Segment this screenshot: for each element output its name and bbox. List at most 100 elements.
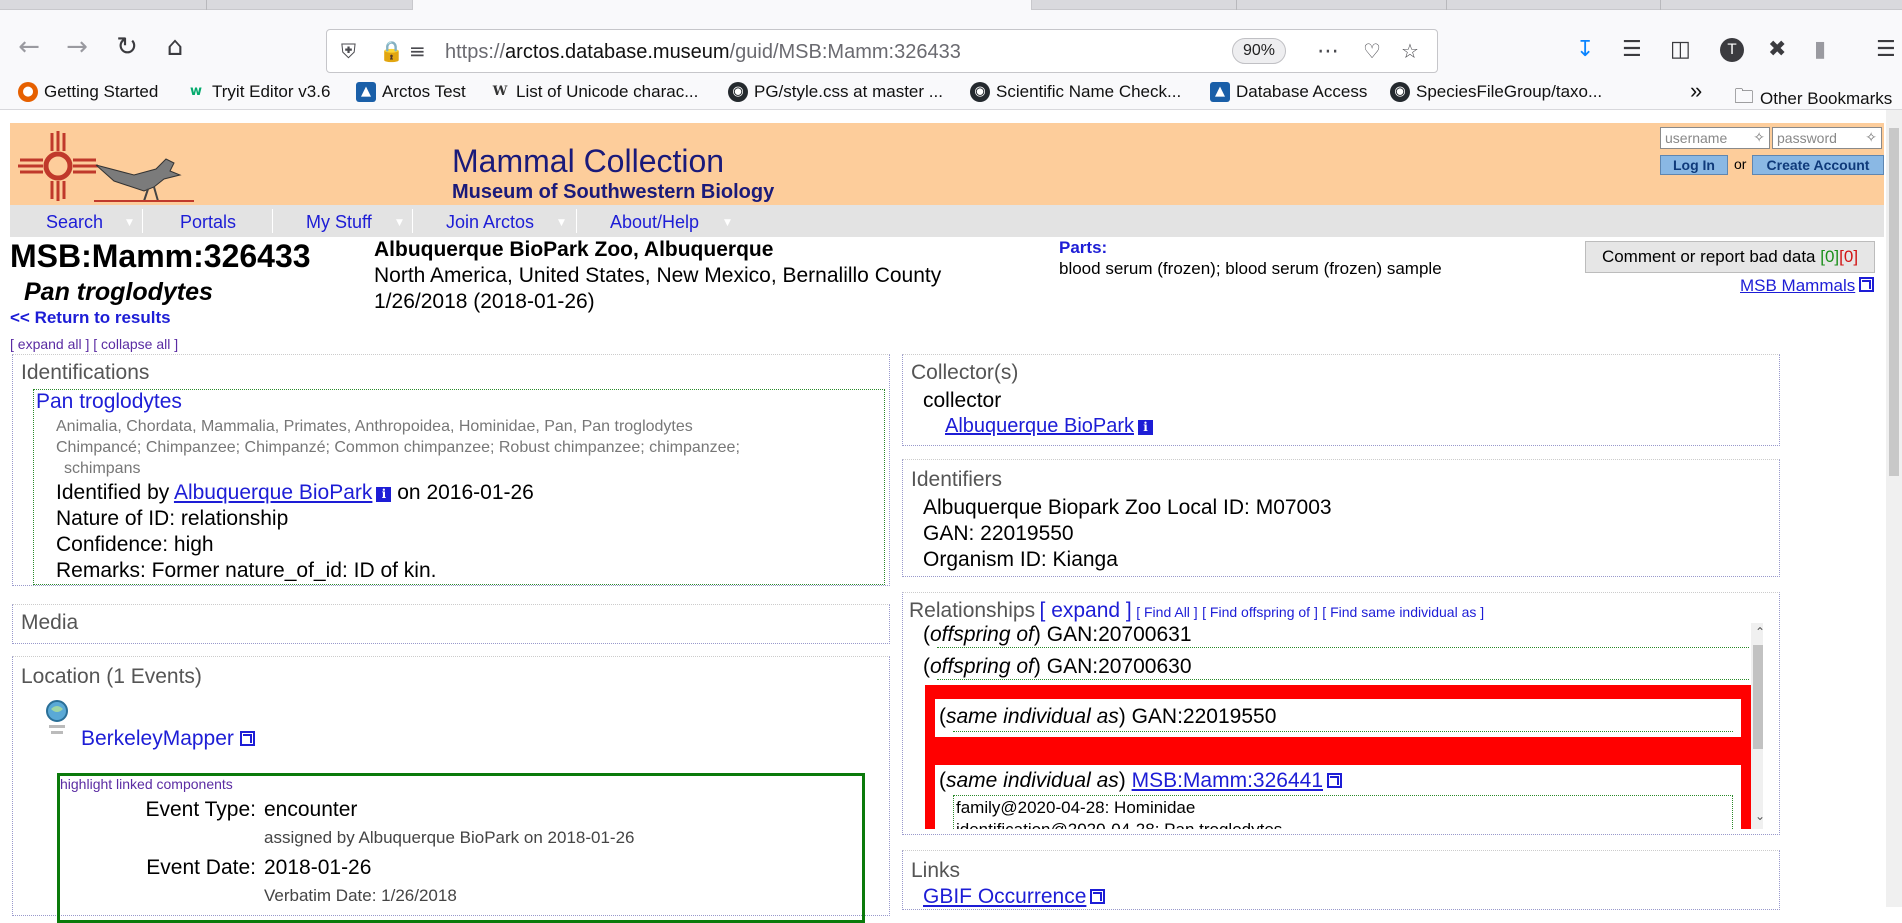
back-icon[interactable]: ← bbox=[12, 30, 46, 64]
bookmark-item[interactable]: ◉ PG/style.css at master ... bbox=[728, 82, 943, 102]
password-input[interactable]: password ✧ bbox=[1772, 127, 1882, 149]
find-offspring-link[interactable]: [ Find offspring of ] bbox=[1202, 604, 1318, 620]
identifier-item: Organism ID: Kianga bbox=[923, 548, 1118, 571]
gbif-link[interactable]: GBIF Occurrence bbox=[923, 885, 1106, 909]
related-details: family@2020-04-28: Hominidae identificat… bbox=[953, 795, 1733, 829]
collapse-all-link[interactable]: [ collapse all ] bbox=[93, 336, 178, 352]
relationships-scrollbar-thumb[interactable] bbox=[1753, 645, 1763, 749]
menu-portals[interactable]: Portals bbox=[180, 212, 236, 233]
lock-icon[interactable]: 🔒 bbox=[379, 39, 404, 63]
relationships-header-row: Relationships [ expand ] [ Find All ] [ … bbox=[909, 599, 1484, 623]
menu-divider bbox=[576, 209, 577, 233]
download-icon[interactable]: ↧ bbox=[1576, 37, 1594, 62]
bookmarks-overflow-button[interactable]: » bbox=[1690, 78, 1702, 104]
reader-icon[interactable]: ▮ bbox=[1814, 37, 1826, 62]
page-actions-icon[interactable]: ⋯ bbox=[1317, 39, 1339, 64]
collector-role: collector bbox=[923, 389, 1002, 412]
relationships-scroll-area[interactable]: (offspring of) GAN:20700631 (offspring o… bbox=[911, 623, 1763, 829]
shield-icon[interactable]: ⛨ bbox=[341, 39, 356, 63]
berkeleymapper-globe-icon[interactable] bbox=[45, 699, 69, 739]
relationship-value: GAN:20700631 bbox=[1046, 623, 1192, 646]
collector-link[interactable]: Albuquerque BioPark bbox=[945, 415, 1134, 437]
chevron-down-icon[interactable]: ⌄ bbox=[1755, 809, 1763, 823]
page-scrollbar-thumb[interactable] bbox=[1889, 128, 1899, 476]
nature-of-id: Nature of ID: relationship bbox=[56, 507, 289, 530]
pocket-icon[interactable]: ♡ bbox=[1363, 39, 1381, 63]
comment-report-button[interactable]: Comment or report bad data [0][0] bbox=[1585, 241, 1875, 273]
menu-search[interactable]: Search bbox=[46, 212, 103, 233]
divider bbox=[953, 731, 1733, 732]
zia-sun-logo bbox=[18, 131, 98, 201]
bookmark-label: PG/style.css at master ... bbox=[754, 82, 943, 101]
extension-puzzle-icon[interactable]: ✖ bbox=[1768, 37, 1786, 62]
collectors-panel: Collector(s) collector Albuquerque BioPa… bbox=[902, 354, 1780, 446]
divider bbox=[937, 647, 1749, 648]
gbif-link-label: GBIF Occurrence bbox=[923, 885, 1087, 908]
find-same-individual-link[interactable]: [ Find same individual as ] bbox=[1322, 604, 1484, 620]
info-icon[interactable]: i bbox=[376, 487, 392, 502]
bookmark-star-icon[interactable]: ☆ bbox=[1401, 39, 1419, 63]
highlight-linked-link[interactable]: highlight linked components bbox=[60, 776, 233, 792]
collection-link[interactable]: MSB Mammals bbox=[1740, 276, 1875, 296]
external-link-icon[interactable] bbox=[1327, 773, 1343, 788]
identification-box: Pan troglodytes Animalia, Chordata, Mamm… bbox=[33, 389, 885, 585]
zoom-indicator[interactable]: 90% bbox=[1232, 38, 1286, 64]
record-guid: MSB:Mamm:326433 bbox=[10, 238, 311, 274]
chevron-up-icon[interactable]: ⌃ bbox=[1755, 625, 1763, 639]
event-date-value: 2018-01-26 bbox=[264, 856, 372, 879]
bookmark-item[interactable]: w Tryit Editor v3.6 bbox=[186, 82, 330, 102]
bookmark-item[interactable]: W List of Unicode charac... bbox=[490, 82, 699, 102]
username-input[interactable]: username ✧ bbox=[1660, 127, 1770, 149]
home-icon[interactable]: ⌂ bbox=[158, 30, 192, 64]
bookmark-item[interactable]: ● Getting Started bbox=[18, 82, 158, 102]
library-icon[interactable]: ☰ bbox=[1622, 37, 1642, 62]
url-bar[interactable]: ⛨ 🔒 ≡ https://arctos.database.museum/gui… bbox=[326, 29, 1438, 73]
same-individual-highlight: (same individual as) GAN:22019550 (same … bbox=[925, 685, 1751, 829]
return-to-results-link[interactable]: << Return to results bbox=[10, 308, 171, 328]
chevron-down-icon: ▼ bbox=[724, 218, 731, 228]
chevron-down-icon: ▼ bbox=[396, 218, 403, 228]
info-icon[interactable]: i bbox=[1138, 420, 1154, 435]
berkeleymapper-link[interactable]: BerkeleyMapper bbox=[81, 727, 255, 751]
parts-label: Parts: bbox=[1059, 238, 1108, 257]
menu-about-help[interactable]: About/Help bbox=[610, 212, 699, 233]
url-text[interactable]: https://arctos.database.museum/guid/MSB:… bbox=[445, 41, 961, 64]
key-icon: ✧ bbox=[1865, 130, 1877, 146]
collection-title: Mammal Collection bbox=[452, 143, 725, 179]
menu-icon[interactable]: ☰ bbox=[1876, 37, 1896, 62]
firefox-icon: ● bbox=[18, 82, 38, 102]
record-locality: Albuquerque BioPark Zoo, Albuquerque bbox=[374, 238, 774, 261]
tab-separator bbox=[206, 0, 207, 10]
permissions-icon[interactable]: ≡ bbox=[409, 39, 426, 63]
collectors-heading: Collector(s) bbox=[911, 361, 1019, 384]
same-individual-box: (same individual as) GAN:22019550 bbox=[935, 699, 1741, 737]
roadrunner-logo bbox=[94, 158, 194, 202]
menu-my-stuff[interactable]: My Stuff bbox=[306, 212, 372, 233]
menu-join-arctos[interactable]: Join Arctos bbox=[446, 212, 534, 233]
create-account-button[interactable]: Create Account bbox=[1752, 155, 1884, 175]
same-individual-box: (same individual as) MSB:Mamm:326441 fam… bbox=[935, 765, 1741, 829]
bookmark-item[interactable]: ▲ Arctos Test bbox=[356, 82, 466, 102]
bookmark-item[interactable]: ◉ Scientific Name Check... bbox=[970, 82, 1181, 102]
identification-name-link[interactable]: Pan troglodytes bbox=[36, 390, 182, 414]
other-bookmarks[interactable]: 🗀 Other Bookmarks bbox=[1734, 82, 1892, 116]
reload-icon[interactable]: ↻ bbox=[110, 30, 144, 64]
expand-link[interactable]: [ expand ] bbox=[1040, 599, 1132, 622]
identifications-panel: Identifications Pan troglodytes Animalia… bbox=[12, 354, 890, 586]
sidebar-icon[interactable]: ◫ bbox=[1670, 37, 1691, 62]
login-button[interactable]: Log In bbox=[1660, 155, 1728, 175]
find-all-link[interactable]: [ Find All ] bbox=[1136, 604, 1197, 620]
relationship-item: (offspring of) GAN:20700631 bbox=[923, 623, 1192, 646]
bookmark-item[interactable]: ◉ SpeciesFileGroup/taxo... bbox=[1390, 82, 1602, 102]
relationship-type: offspring of bbox=[930, 655, 1034, 678]
main-menu: Search ▼ Portals My Stuff ▼ Join Arctos … bbox=[10, 205, 1884, 237]
expand-all-link[interactable]: [ expand all ] bbox=[10, 336, 89, 352]
extension-t-icon[interactable]: T bbox=[1720, 38, 1744, 62]
identified-by-link[interactable]: Albuquerque BioPark bbox=[174, 481, 372, 504]
comment-count-green: [0] bbox=[1820, 247, 1840, 266]
taxonomy-text: Animalia, Chordata, Mammalia, Primates, … bbox=[56, 418, 693, 435]
or-text: or bbox=[1734, 156, 1747, 172]
bookmark-item[interactable]: ▲ Database Access bbox=[1210, 82, 1367, 102]
related-record-link[interactable]: MSB:Mamm:326441 bbox=[1132, 769, 1323, 792]
forward-icon[interactable]: → bbox=[60, 30, 94, 64]
